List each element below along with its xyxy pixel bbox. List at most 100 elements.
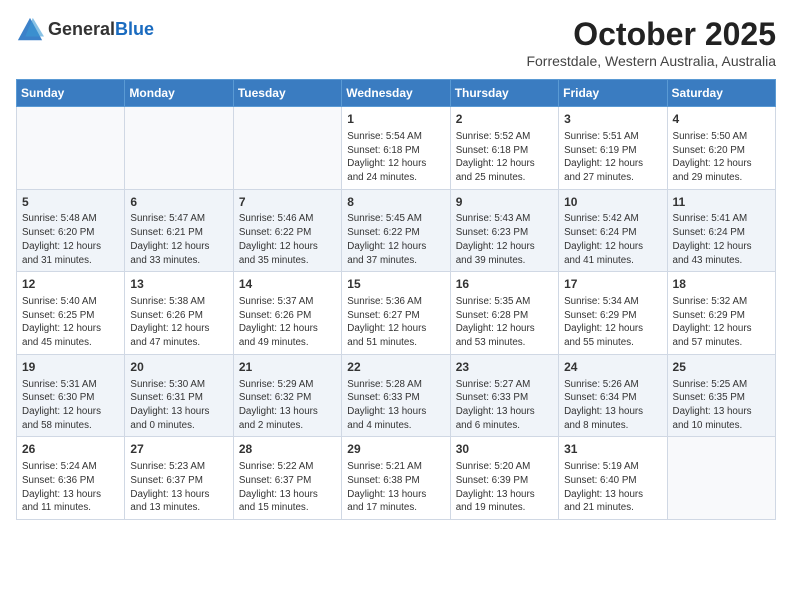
day-info: Sunrise: 5:47 AM Sunset: 6:21 PM Dayligh… (130, 212, 227, 267)
day-number: 4 (673, 111, 770, 128)
day-info: Sunrise: 5:45 AM Sunset: 6:22 PM Dayligh… (347, 212, 444, 267)
logo-icon (16, 16, 44, 44)
calendar-cell: 6Sunrise: 5:47 AM Sunset: 6:21 PM Daylig… (125, 189, 233, 272)
day-info: Sunrise: 5:34 AM Sunset: 6:29 PM Dayligh… (564, 295, 661, 350)
day-info: Sunrise: 5:32 AM Sunset: 6:29 PM Dayligh… (673, 295, 770, 350)
day-info: Sunrise: 5:20 AM Sunset: 6:39 PM Dayligh… (456, 460, 553, 515)
day-info: Sunrise: 5:41 AM Sunset: 6:24 PM Dayligh… (673, 212, 770, 267)
calendar-table: SundayMondayTuesdayWednesdayThursdayFrid… (16, 79, 776, 520)
day-info: Sunrise: 5:31 AM Sunset: 6:30 PM Dayligh… (22, 378, 119, 433)
calendar-day-header: Friday (559, 80, 667, 107)
calendar-header-row: SundayMondayTuesdayWednesdayThursdayFrid… (17, 80, 776, 107)
calendar-cell: 12Sunrise: 5:40 AM Sunset: 6:25 PM Dayli… (17, 272, 125, 355)
day-number: 1 (347, 111, 444, 128)
day-info: Sunrise: 5:29 AM Sunset: 6:32 PM Dayligh… (239, 378, 336, 433)
calendar-day-header: Wednesday (342, 80, 450, 107)
calendar-cell: 26 Sunrise: 5:24 AM Sunset: 6:36 PM Dayli… (17, 437, 125, 520)
day-number: 29 (347, 441, 444, 458)
title-block: October 2025 Forrestdale, Western Austra… (526, 16, 776, 69)
calendar-cell: 17 Sunrise: 5:34 AM Sunset: 6:29 PM Dayli… (559, 272, 667, 355)
calendar-title: October 2025 (526, 16, 776, 53)
day-info: Sunrise: 5:25 AM Sunset: 6:35 PM Dayligh… (673, 378, 770, 433)
day-info: Sunrise: 5:27 AM Sunset: 6:33 PM Dayligh… (456, 378, 553, 433)
day-number: 5 (22, 194, 119, 211)
day-info: Sunrise: 5:35 AM Sunset: 6:28 PM Dayligh… (456, 295, 553, 350)
day-info: Sunrise: 5:51 AM Sunset: 6:19 PM Dayligh… (564, 130, 661, 185)
day-info: Sunrise: 5:54 AM Sunset: 6:18 PM Dayligh… (347, 130, 444, 185)
calendar-cell: 27 Sunrise: 5:23 AM Sunset: 6:37 PM Dayli… (125, 437, 233, 520)
day-number: 21 (239, 359, 336, 376)
calendar-day-header: Thursday (450, 80, 558, 107)
day-number: 31 (564, 441, 661, 458)
day-number: 25 (673, 359, 770, 376)
calendar-cell: 15Sunrise: 5:36 AM Sunset: 6:27 PM Dayli… (342, 272, 450, 355)
calendar-cell: 2Sunrise: 5:52 AM Sunset: 6:18 PM Daylig… (450, 107, 558, 190)
day-number: 16 (456, 276, 553, 293)
day-number: 18 (673, 276, 770, 293)
day-number: 20 (130, 359, 227, 376)
day-number: 26 (22, 441, 119, 458)
day-number: 13 (130, 276, 227, 293)
day-number: 24 (564, 359, 661, 376)
calendar-cell (17, 107, 125, 190)
day-number: 30 (456, 441, 553, 458)
day-info: Sunrise: 5:48 AM Sunset: 6:20 PM Dayligh… (22, 212, 119, 267)
day-info: Sunrise: 5:21 AM Sunset: 6:38 PM Dayligh… (347, 460, 444, 515)
calendar-cell: 10Sunrise: 5:42 AM Sunset: 6:24 PM Dayli… (559, 189, 667, 272)
calendar-cell: 19 Sunrise: 5:31 AM Sunset: 6:30 PM Dayli… (17, 354, 125, 437)
day-number: 12 (22, 276, 119, 293)
calendar-subtitle: Forrestdale, Western Australia, Australi… (526, 53, 776, 69)
calendar-week-row: 19 Sunrise: 5:31 AM Sunset: 6:30 PM Dayli… (17, 354, 776, 437)
calendar-cell: 7Sunrise: 5:46 AM Sunset: 6:22 PM Daylig… (233, 189, 341, 272)
calendar-week-row: 26 Sunrise: 5:24 AM Sunset: 6:36 PM Dayli… (17, 437, 776, 520)
day-number: 23 (456, 359, 553, 376)
day-info: Sunrise: 5:26 AM Sunset: 6:34 PM Dayligh… (564, 378, 661, 433)
day-number: 3 (564, 111, 661, 128)
page-header: GeneralBlue October 2025 Forrestdale, We… (16, 16, 776, 69)
day-number: 17 (564, 276, 661, 293)
calendar-day-header: Monday (125, 80, 233, 107)
day-info: Sunrise: 5:50 AM Sunset: 6:20 PM Dayligh… (673, 130, 770, 185)
calendar-cell: 21 Sunrise: 5:29 AM Sunset: 6:32 PM Dayli… (233, 354, 341, 437)
day-number: 2 (456, 111, 553, 128)
calendar-day-header: Tuesday (233, 80, 341, 107)
day-info: Sunrise: 5:42 AM Sunset: 6:24 PM Dayligh… (564, 212, 661, 267)
day-number: 10 (564, 194, 661, 211)
day-info: Sunrise: 5:38 AM Sunset: 6:26 PM Dayligh… (130, 295, 227, 350)
day-number: 6 (130, 194, 227, 211)
logo-general-text: General (48, 19, 115, 39)
calendar-week-row: 12Sunrise: 5:40 AM Sunset: 6:25 PM Dayli… (17, 272, 776, 355)
calendar-cell: 29 Sunrise: 5:21 AM Sunset: 6:38 PM Dayli… (342, 437, 450, 520)
calendar-cell: 20Sunrise: 5:30 AM Sunset: 6:31 PM Dayli… (125, 354, 233, 437)
calendar-day-header: Sunday (17, 80, 125, 107)
logo: GeneralBlue (16, 16, 154, 44)
day-info: Sunrise: 5:43 AM Sunset: 6:23 PM Dayligh… (456, 212, 553, 267)
calendar-cell: 11Sunrise: 5:41 AM Sunset: 6:24 PM Dayli… (667, 189, 775, 272)
calendar-cell: 16 Sunrise: 5:35 AM Sunset: 6:28 PM Dayli… (450, 272, 558, 355)
calendar-cell: 3 Sunrise: 5:51 AM Sunset: 6:19 PM Daylig… (559, 107, 667, 190)
logo-blue-text: Blue (115, 19, 154, 39)
day-number: 15 (347, 276, 444, 293)
day-info: Sunrise: 5:23 AM Sunset: 6:37 PM Dayligh… (130, 460, 227, 515)
day-info: Sunrise: 5:37 AM Sunset: 6:26 PM Dayligh… (239, 295, 336, 350)
calendar-cell: 9Sunrise: 5:43 AM Sunset: 6:23 PM Daylig… (450, 189, 558, 272)
calendar-cell: 22Sunrise: 5:28 AM Sunset: 6:33 PM Dayli… (342, 354, 450, 437)
calendar-week-row: 5Sunrise: 5:48 AM Sunset: 6:20 PM Daylig… (17, 189, 776, 272)
day-number: 8 (347, 194, 444, 211)
day-info: Sunrise: 5:46 AM Sunset: 6:22 PM Dayligh… (239, 212, 336, 267)
day-number: 11 (673, 194, 770, 211)
day-number: 19 (22, 359, 119, 376)
day-info: Sunrise: 5:19 AM Sunset: 6:40 PM Dayligh… (564, 460, 661, 515)
calendar-cell: 18 Sunrise: 5:32 AM Sunset: 6:29 PM Dayli… (667, 272, 775, 355)
day-info: Sunrise: 5:24 AM Sunset: 6:36 PM Dayligh… (22, 460, 119, 515)
calendar-cell: 14Sunrise: 5:37 AM Sunset: 6:26 PM Dayli… (233, 272, 341, 355)
calendar-week-row: 1 Sunrise: 5:54 AM Sunset: 6:18 PM Daylig… (17, 107, 776, 190)
calendar-cell: 4 Sunrise: 5:50 AM Sunset: 6:20 PM Daylig… (667, 107, 775, 190)
calendar-cell (667, 437, 775, 520)
day-number: 22 (347, 359, 444, 376)
calendar-cell (233, 107, 341, 190)
calendar-cell: 28Sunrise: 5:22 AM Sunset: 6:37 PM Dayli… (233, 437, 341, 520)
calendar-cell: 8Sunrise: 5:45 AM Sunset: 6:22 PM Daylig… (342, 189, 450, 272)
calendar-cell: 24 Sunrise: 5:26 AM Sunset: 6:34 PM Dayli… (559, 354, 667, 437)
day-number: 27 (130, 441, 227, 458)
